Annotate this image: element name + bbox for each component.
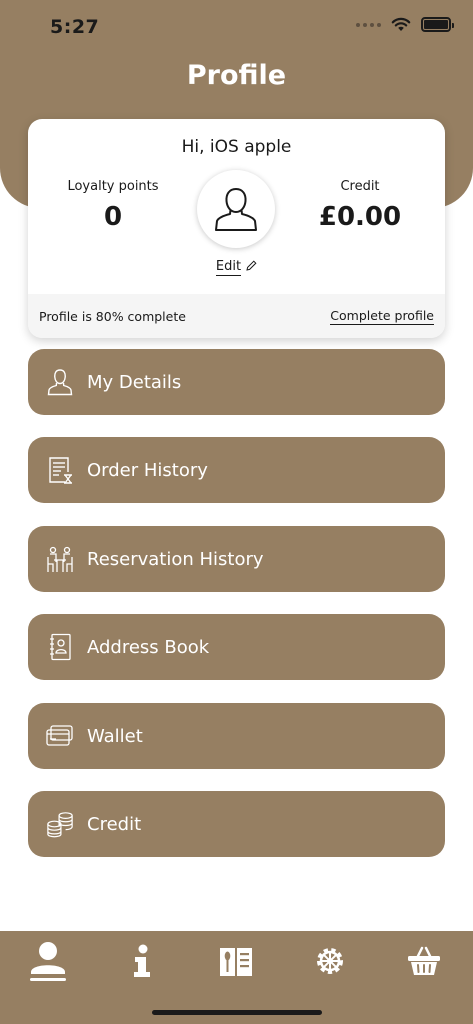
page-title: Profile: [186, 60, 287, 91]
greeting-text: Hi, iOS apple: [181, 137, 292, 157]
battery-icon: [421, 17, 454, 32]
loyalty-points: Loyalty points 0: [38, 179, 188, 232]
loyalty-points-label: Loyalty points: [67, 179, 159, 194]
pencil-icon: [246, 260, 257, 271]
avatar[interactable]: [197, 170, 275, 248]
profile-completion-bar: Profile is 80% complete Complete profile: [28, 294, 445, 338]
menu-item-reservation-history[interactable]: Reservation History: [28, 526, 445, 592]
avatar-person-icon: [215, 187, 257, 231]
dining-table-icon: [46, 545, 74, 573]
credit-stat: Credit £0.00: [285, 179, 435, 232]
tab-settings[interactable]: [300, 937, 360, 985]
menu-item-label: Address Book: [87, 636, 210, 658]
menu-book-tab-icon: [220, 948, 252, 976]
edit-label: Edit: [215, 259, 242, 276]
loyalty-points-value: 0: [103, 202, 123, 232]
credit-label: Credit: [340, 179, 380, 194]
profile-card: Hi, iOS apple Loyalty points 0 Credit £0…: [28, 119, 445, 338]
menu-item-label: Wallet: [87, 725, 143, 747]
menu-item-address-book[interactable]: Address Book: [28, 614, 445, 680]
settings-tab-icon: [317, 948, 343, 974]
wifi-icon: [391, 17, 411, 31]
menu-item-label: Reservation History: [87, 548, 264, 570]
profile-completion-text: Profile is 80% complete: [39, 308, 186, 324]
edit-profile-link[interactable]: Edit: [28, 259, 445, 276]
menu-item-wallet[interactable]: Wallet: [28, 703, 445, 769]
complete-profile-link[interactable]: Complete profile: [330, 308, 434, 325]
credit-value: £0.00: [318, 202, 402, 232]
signal-icon: [356, 22, 381, 27]
status-time: 5:27: [50, 16, 100, 38]
tab-info[interactable]: [112, 937, 172, 985]
menu-item-order-history[interactable]: Order History: [28, 437, 445, 503]
coins-icon: [46, 810, 74, 838]
menu-item-label: My Details: [87, 371, 182, 393]
info-tab-icon: [134, 944, 150, 977]
tab-bar: [0, 931, 473, 1024]
menu-item-credit[interactable]: Credit: [28, 791, 445, 857]
person-icon: [46, 368, 74, 396]
profile-tab-icon: [30, 942, 66, 981]
receipt-icon: [46, 456, 74, 484]
tab-basket[interactable]: [394, 937, 454, 985]
menu-item-label: Order History: [87, 459, 208, 481]
menu-item-my-details[interactable]: My Details: [28, 349, 445, 415]
status-icons: [356, 17, 454, 32]
basket-tab-icon: [408, 946, 440, 975]
address-book-icon: [46, 633, 74, 661]
tab-profile[interactable]: [18, 937, 78, 985]
tab-menu[interactable]: [206, 937, 266, 985]
card-icon: [46, 722, 74, 750]
menu-item-label: Credit: [87, 813, 142, 835]
status-bar: 5:27: [0, 0, 473, 54]
home-indicator: [152, 1010, 322, 1015]
